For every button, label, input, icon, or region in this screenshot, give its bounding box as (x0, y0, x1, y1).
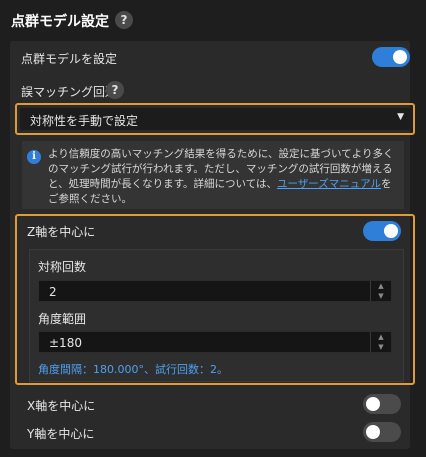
z-axis-label: Z軸を中心に (27, 225, 96, 239)
mismatch-select[interactable]: 対称性を手動で設定 ▼ (20, 108, 410, 130)
help-icon[interactable]: ? (115, 11, 133, 29)
point-cloud-toggle[interactable] (372, 47, 410, 67)
angle-range-input[interactable]: ±180 ▲ ▼ (38, 331, 392, 353)
x-axis-label: X軸を中心に (27, 399, 96, 413)
symmetry-count-value: 2 (49, 285, 57, 299)
chevron-down-icon: ▼ (397, 112, 404, 122)
info-text: より信頼度の高いマッチング結果を得るために、設定に基づいてより多くのマッチング試… (48, 147, 398, 207)
toggle-knob (393, 50, 407, 64)
symmetry-count-label: 対称回数 (38, 260, 87, 274)
toggle-knob (384, 224, 398, 238)
y-axis-toggle[interactable] (363, 422, 401, 442)
mismatch-select-value: 対称性を手動で設定 (30, 114, 139, 128)
mismatch-label: 誤マッチング回避 (21, 85, 118, 99)
info-box: i より信頼度の高いマッチング結果を得るために、設定に基づいてより多くのマッチン… (22, 141, 404, 209)
chevron-up-icon[interactable]: ▲ (371, 332, 391, 342)
stepper[interactable]: ▲ ▼ (370, 332, 391, 352)
toggle-knob (366, 397, 380, 411)
angle-interval-note: 角度間隔：180.000°、試行回数：2。 (38, 363, 228, 376)
page-title: 点群モデル設定 (11, 14, 109, 30)
info-icon: i (27, 150, 41, 164)
help-icon[interactable]: ? (106, 81, 124, 99)
user-manual-link[interactable]: ユーザーズマニュアル (277, 178, 381, 190)
stepper[interactable]: ▲ ▼ (370, 281, 391, 301)
angle-range-label: 角度範囲 (38, 312, 87, 326)
z-axis-toggle[interactable] (363, 221, 401, 241)
x-axis-toggle[interactable] (363, 394, 401, 414)
toggle-knob (366, 425, 380, 439)
y-axis-label: Y軸を中心に (27, 427, 95, 441)
point-cloud-label: 点群モデルを設定 (21, 52, 118, 66)
chevron-down-icon[interactable]: ▼ (371, 342, 391, 352)
symmetry-count-input[interactable]: 2 ▲ ▼ (38, 280, 392, 302)
chevron-down-icon[interactable]: ▼ (371, 291, 391, 301)
chevron-up-icon[interactable]: ▲ (371, 281, 391, 291)
angle-range-value: ±180 (49, 336, 82, 350)
